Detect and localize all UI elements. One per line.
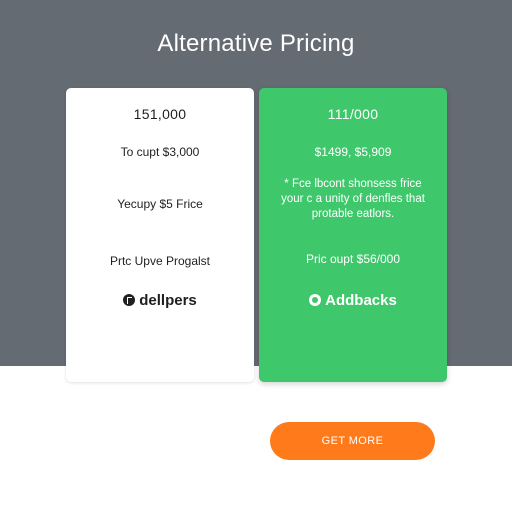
get-more-button[interactable]: GET MORE bbox=[270, 422, 435, 460]
plan-detail-3: Prtc Upve Progalst bbox=[109, 254, 211, 268]
pricing-card-right[interactable]: 111/000 $1499, $5,909 * Fce lbcont shons… bbox=[259, 88, 447, 382]
plan-detail-1: $1499, $5,909 bbox=[314, 145, 392, 159]
plan-price: 151,000 bbox=[133, 106, 187, 122]
plan-description: * Fce lbcont shonsess frice your c a uni… bbox=[281, 178, 425, 220]
plan-feature-label: Addbacks bbox=[325, 292, 397, 309]
pricing-page: Alternative Pricing 151,000 To cupt $3,0… bbox=[0, 0, 512, 512]
plan-feature: Addbacks bbox=[259, 292, 447, 309]
feature-bullet-icon bbox=[309, 294, 322, 306]
plan-detail-1: To cupt $3,000 bbox=[120, 145, 200, 159]
plan-detail-2: Yecupy $5 Frice bbox=[117, 197, 203, 211]
plan-feature-label: dellpers bbox=[139, 292, 197, 309]
feature-bullet-icon bbox=[123, 294, 136, 306]
pricing-card-left[interactable]: 151,000 To cupt $3,000 Yecupy $5 Frice P… bbox=[66, 88, 254, 382]
plan-price: 111/000 bbox=[327, 106, 379, 122]
plan-feature: dellpers bbox=[66, 292, 254, 309]
plan-detail-3: Pric oupt $56/000 bbox=[305, 252, 401, 266]
page-title: Alternative Pricing bbox=[157, 30, 355, 57]
